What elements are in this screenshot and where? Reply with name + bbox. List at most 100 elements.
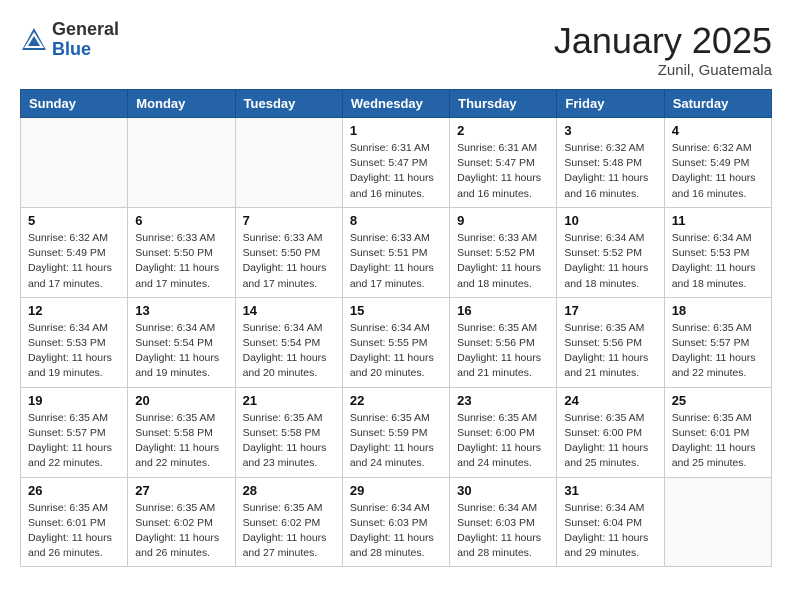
day-number: 26 xyxy=(28,483,120,498)
calendar-day-cell: 25Sunrise: 6:35 AM Sunset: 6:01 PM Dayli… xyxy=(664,387,771,477)
day-info: Sunrise: 6:31 AM Sunset: 5:47 PM Dayligh… xyxy=(457,141,549,202)
day-info: Sunrise: 6:32 AM Sunset: 5:48 PM Dayligh… xyxy=(564,141,656,202)
day-info: Sunrise: 6:33 AM Sunset: 5:50 PM Dayligh… xyxy=(135,231,227,292)
day-number: 5 xyxy=(28,213,120,228)
calendar-day-cell: 13Sunrise: 6:34 AM Sunset: 5:54 PM Dayli… xyxy=(128,297,235,387)
day-number: 19 xyxy=(28,393,120,408)
calendar-col-header: Sunday xyxy=(21,90,128,118)
day-info: Sunrise: 6:34 AM Sunset: 6:04 PM Dayligh… xyxy=(564,501,656,562)
day-info: Sunrise: 6:35 AM Sunset: 5:58 PM Dayligh… xyxy=(243,411,335,472)
calendar-day-cell: 6 Sunrise: 6:33 AM Sunset: 5:50 PM Daylig… xyxy=(128,207,235,297)
calendar-week-row: 1 Sunrise: 6:31 AM Sunset: 5:47 PM Daylig… xyxy=(21,118,772,208)
day-number: 2 xyxy=(457,123,549,138)
calendar-day-cell: 12 Sunrise: 6:34 AM Sunset: 5:53 PM Dayli… xyxy=(21,297,128,387)
day-number: 24 xyxy=(564,393,656,408)
logo-text: General Blue xyxy=(52,20,119,60)
day-info: Sunrise: 6:34 AM Sunset: 6:03 PM Dayligh… xyxy=(350,501,442,562)
calendar-day-cell: 17 Sunrise: 6:35 AM Sunset: 5:56 PM Dayli… xyxy=(557,297,664,387)
day-number: 17 xyxy=(564,303,656,318)
calendar-day-cell xyxy=(21,118,128,208)
day-number: 12 xyxy=(28,303,120,318)
month-title: January 2025 xyxy=(554,20,772,62)
day-info: Sunrise: 6:33 AM Sunset: 5:51 PM Dayligh… xyxy=(350,231,442,292)
calendar-day-cell: 18 Sunrise: 6:35 AM Sunset: 5:57 PM Dayli… xyxy=(664,297,771,387)
title-block: January 2025 Zunil, Guatemala xyxy=(554,20,772,79)
day-info: Sunrise: 6:34 AM Sunset: 5:53 PM Dayligh… xyxy=(28,321,120,382)
logo-icon xyxy=(20,26,48,54)
calendar-day-cell: 26 Sunrise: 6:35 AM Sunset: 6:01 PM Dayli… xyxy=(21,477,128,567)
day-number: 15 xyxy=(350,303,442,318)
day-number: 3 xyxy=(564,123,656,138)
day-info: Sunrise: 6:35 AM Sunset: 5:56 PM Dayligh… xyxy=(564,321,656,382)
calendar-day-cell: 2 Sunrise: 6:31 AM Sunset: 5:47 PM Daylig… xyxy=(450,118,557,208)
day-info: Sunrise: 6:35 AM Sunset: 6:01 PM Dayligh… xyxy=(672,411,764,472)
calendar-col-header: Thursday xyxy=(450,90,557,118)
calendar-header-row: SundayMondayTuesdayWednesdayThursdayFrid… xyxy=(21,90,772,118)
calendar-day-cell: 19 Sunrise: 6:35 AM Sunset: 5:57 PM Dayli… xyxy=(21,387,128,477)
calendar-col-header: Wednesday xyxy=(342,90,449,118)
calendar-day-cell: 1 Sunrise: 6:31 AM Sunset: 5:47 PM Daylig… xyxy=(342,118,449,208)
day-number: 10 xyxy=(564,213,656,228)
calendar-day-cell: 20 Sunrise: 6:35 AM Sunset: 5:58 PM Dayli… xyxy=(128,387,235,477)
day-info: Sunrise: 6:31 AM Sunset: 5:47 PM Dayligh… xyxy=(350,141,442,202)
day-number: 29 xyxy=(350,483,442,498)
day-info: Sunrise: 6:35 AM Sunset: 5:57 PM Dayligh… xyxy=(28,411,120,472)
calendar-day-cell: 9Sunrise: 6:33 AM Sunset: 5:52 PM Daylig… xyxy=(450,207,557,297)
calendar-day-cell: 31 Sunrise: 6:34 AM Sunset: 6:04 PM Dayli… xyxy=(557,477,664,567)
calendar-day-cell: 21 Sunrise: 6:35 AM Sunset: 5:58 PM Dayli… xyxy=(235,387,342,477)
day-number: 13 xyxy=(135,303,227,318)
calendar-day-cell: 16Sunrise: 6:35 AM Sunset: 5:56 PM Dayli… xyxy=(450,297,557,387)
calendar-day-cell: 7 Sunrise: 6:33 AM Sunset: 5:50 PM Daylig… xyxy=(235,207,342,297)
calendar-day-cell xyxy=(128,118,235,208)
calendar-day-cell: 24 Sunrise: 6:35 AM Sunset: 6:00 PM Dayli… xyxy=(557,387,664,477)
calendar-day-cell: 3 Sunrise: 6:32 AM Sunset: 5:48 PM Daylig… xyxy=(557,118,664,208)
day-number: 6 xyxy=(135,213,227,228)
calendar-col-header: Friday xyxy=(557,90,664,118)
day-number: 28 xyxy=(243,483,335,498)
calendar-day-cell xyxy=(664,477,771,567)
day-info: Sunrise: 6:34 AM Sunset: 5:52 PM Dayligh… xyxy=(564,231,656,292)
day-number: 16 xyxy=(457,303,549,318)
logo-general-text: General xyxy=(52,20,119,40)
day-info: Sunrise: 6:35 AM Sunset: 6:02 PM Dayligh… xyxy=(243,501,335,562)
day-info: Sunrise: 6:35 AM Sunset: 6:01 PM Dayligh… xyxy=(28,501,120,562)
day-info: Sunrise: 6:34 AM Sunset: 6:03 PM Dayligh… xyxy=(457,501,549,562)
day-number: 4 xyxy=(672,123,764,138)
calendar-table: SundayMondayTuesdayWednesdayThursdayFrid… xyxy=(20,89,772,567)
calendar-day-cell xyxy=(235,118,342,208)
day-info: Sunrise: 6:35 AM Sunset: 5:57 PM Dayligh… xyxy=(672,321,764,382)
page-header: General Blue January 2025 Zunil, Guatema… xyxy=(20,20,772,79)
logo: General Blue xyxy=(20,20,119,60)
day-info: Sunrise: 6:35 AM Sunset: 6:00 PM Dayligh… xyxy=(564,411,656,472)
calendar-day-cell: 11 Sunrise: 6:34 AM Sunset: 5:53 PM Dayli… xyxy=(664,207,771,297)
day-info: Sunrise: 6:34 AM Sunset: 5:55 PM Dayligh… xyxy=(350,321,442,382)
calendar-day-cell: 28 Sunrise: 6:35 AM Sunset: 6:02 PM Dayli… xyxy=(235,477,342,567)
day-number: 30 xyxy=(457,483,549,498)
day-number: 27 xyxy=(135,483,227,498)
calendar-day-cell: 27Sunrise: 6:35 AM Sunset: 6:02 PM Dayli… xyxy=(128,477,235,567)
calendar-day-cell: 10 Sunrise: 6:34 AM Sunset: 5:52 PM Dayli… xyxy=(557,207,664,297)
day-info: Sunrise: 6:35 AM Sunset: 5:58 PM Dayligh… xyxy=(135,411,227,472)
day-info: Sunrise: 6:34 AM Sunset: 5:53 PM Dayligh… xyxy=(672,231,764,292)
day-info: Sunrise: 6:33 AM Sunset: 5:50 PM Dayligh… xyxy=(243,231,335,292)
day-info: Sunrise: 6:34 AM Sunset: 5:54 PM Dayligh… xyxy=(243,321,335,382)
day-number: 18 xyxy=(672,303,764,318)
day-number: 31 xyxy=(564,483,656,498)
location-text: Zunil, Guatemala xyxy=(554,62,772,79)
day-info: Sunrise: 6:32 AM Sunset: 5:49 PM Dayligh… xyxy=(672,141,764,202)
calendar-day-cell: 29 Sunrise: 6:34 AM Sunset: 6:03 PM Dayli… xyxy=(342,477,449,567)
calendar-day-cell: 15 Sunrise: 6:34 AM Sunset: 5:55 PM Dayli… xyxy=(342,297,449,387)
day-number: 7 xyxy=(243,213,335,228)
day-number: 23 xyxy=(457,393,549,408)
day-number: 21 xyxy=(243,393,335,408)
day-info: Sunrise: 6:35 AM Sunset: 5:59 PM Dayligh… xyxy=(350,411,442,472)
calendar-week-row: 26 Sunrise: 6:35 AM Sunset: 6:01 PM Dayli… xyxy=(21,477,772,567)
day-info: Sunrise: 6:33 AM Sunset: 5:52 PM Dayligh… xyxy=(457,231,549,292)
calendar-day-cell: 4 Sunrise: 6:32 AM Sunset: 5:49 PM Daylig… xyxy=(664,118,771,208)
day-number: 11 xyxy=(672,213,764,228)
calendar-day-cell: 30 Sunrise: 6:34 AM Sunset: 6:03 PM Dayli… xyxy=(450,477,557,567)
day-number: 20 xyxy=(135,393,227,408)
day-number: 1 xyxy=(350,123,442,138)
calendar-day-cell: 8Sunrise: 6:33 AM Sunset: 5:51 PM Daylig… xyxy=(342,207,449,297)
calendar-week-row: 5Sunrise: 6:32 AM Sunset: 5:49 PM Daylig… xyxy=(21,207,772,297)
